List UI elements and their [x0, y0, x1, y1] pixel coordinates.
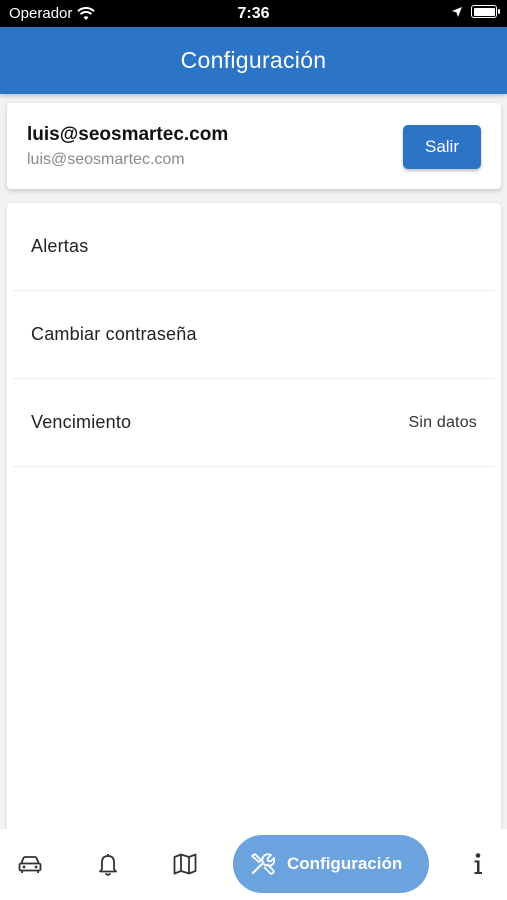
- info-icon[interactable]: [465, 851, 491, 877]
- settings-item-alertas[interactable]: Alertas: [13, 203, 495, 291]
- account-email: luis@seosmartec.com: [27, 124, 229, 145]
- logout-button[interactable]: Salir: [403, 125, 481, 169]
- bottom-nav: Configuración: [0, 829, 507, 900]
- app-bar: Configuración: [0, 27, 507, 94]
- settings-item-label: Vencimiento: [31, 412, 132, 432]
- account-subtitle: luis@seosmartec.com: [27, 151, 185, 168]
- settings-list: Alertas Cambiar contraseña Vencimiento S…: [7, 203, 501, 843]
- settings-item-label: Cambiar contraseña: [31, 324, 197, 344]
- map-icon[interactable]: [172, 851, 198, 877]
- settings-item-value: Sin datos: [408, 413, 477, 431]
- tools-icon: [251, 853, 275, 875]
- settings-item-vencimiento[interactable]: Vencimiento Sin datos: [13, 379, 495, 467]
- location-arrow-icon: [452, 6, 462, 17]
- settings-item-cambiar-contrasena[interactable]: Cambiar contraseña: [13, 291, 495, 379]
- status-right: [451, 5, 500, 18]
- bell-icon[interactable]: [95, 851, 121, 877]
- tab-configuracion[interactable]: Configuración: [233, 835, 429, 893]
- status-bar: Operador 7:36: [0, 0, 507, 27]
- battery-icon: [471, 5, 500, 18]
- tab-label: Configuración: [287, 854, 403, 873]
- status-time: 7:36: [237, 5, 270, 22]
- account-card: luis@seosmartec.com luis@seosmartec.com …: [7, 103, 501, 189]
- settings-item-label: Alertas: [31, 236, 89, 256]
- car-icon[interactable]: [17, 851, 43, 877]
- page-title: Configuración: [180, 47, 327, 73]
